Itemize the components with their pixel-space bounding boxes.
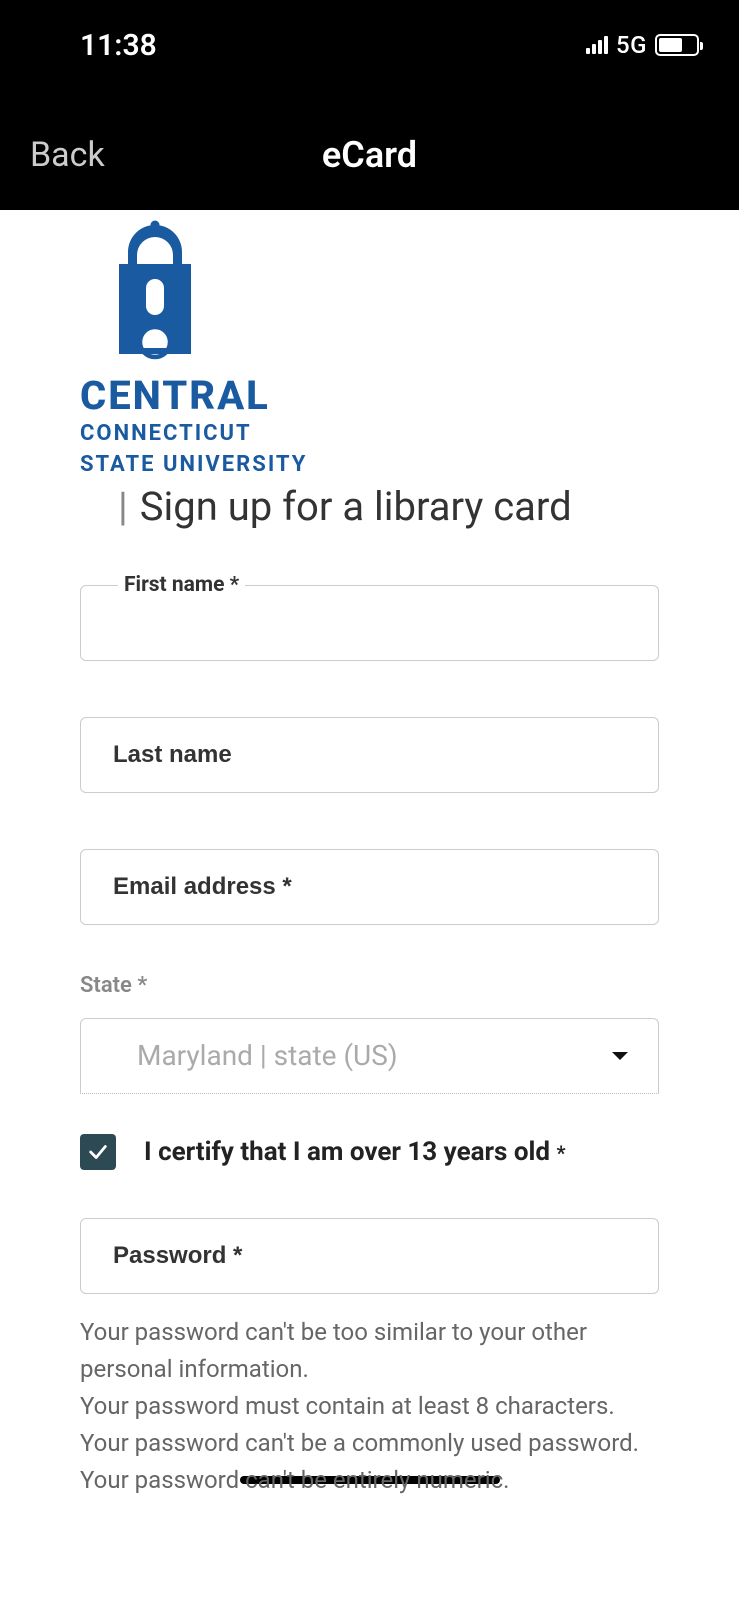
status-time: 11:38 [80,28,157,63]
nav-bar: Back eCard [0,100,739,210]
state-select[interactable]: Maryland | state (US) [80,1018,659,1094]
check-icon [87,1141,109,1163]
network-label: 5G [616,31,647,59]
password-hints: Your password can't be too similar to yo… [80,1314,659,1500]
email-input[interactable] [80,849,659,925]
chevron-down-icon [612,1052,628,1060]
signal-icon [586,36,608,54]
password-input[interactable] [80,1218,659,1294]
pw-hint: Your password can't be entirely numeric. [80,1462,659,1499]
page-title: eCard [322,134,417,176]
first-name-label: First name * [118,573,245,597]
logo-text-line1: CONNECTICUT [80,419,659,450]
last-name-field-wrap [80,717,659,793]
pw-hint: Your password can't be too similar to yo… [80,1314,659,1388]
battery-icon [655,34,699,56]
pw-hint: Your password must contain at least 8 ch… [80,1388,659,1425]
state-label: State * [80,973,659,998]
back-button[interactable]: Back [30,135,105,175]
password-field-wrap [80,1218,659,1294]
status-right: 5G [586,31,699,59]
state-field-wrap: State * Maryland | state (US) [80,973,659,1094]
tower-icon [80,216,230,366]
certify-label: I certify that I am over 13 years old * [144,1137,566,1167]
first-name-field-wrap: First name * [80,585,659,661]
email-field-wrap [80,849,659,925]
signup-heading: |Sign up for a library card [118,483,659,530]
state-select-value: Maryland | state (US) [137,1039,398,1072]
status-bar: 11:38 5G [0,0,739,100]
logo-text-main: CENTRAL [80,372,659,419]
certify-row: I certify that I am over 13 years old * [80,1134,659,1170]
university-logo: CENTRAL CONNECTICUT STATE UNIVERSITY [80,210,659,481]
signup-heading-text: Sign up for a library card [140,483,572,530]
pw-hint: Your password can't be a commonly used p… [80,1425,659,1462]
logo-text-line2: STATE UNIVERSITY [80,450,659,481]
certify-checkbox[interactable] [80,1134,116,1170]
last-name-input[interactable] [80,717,659,793]
